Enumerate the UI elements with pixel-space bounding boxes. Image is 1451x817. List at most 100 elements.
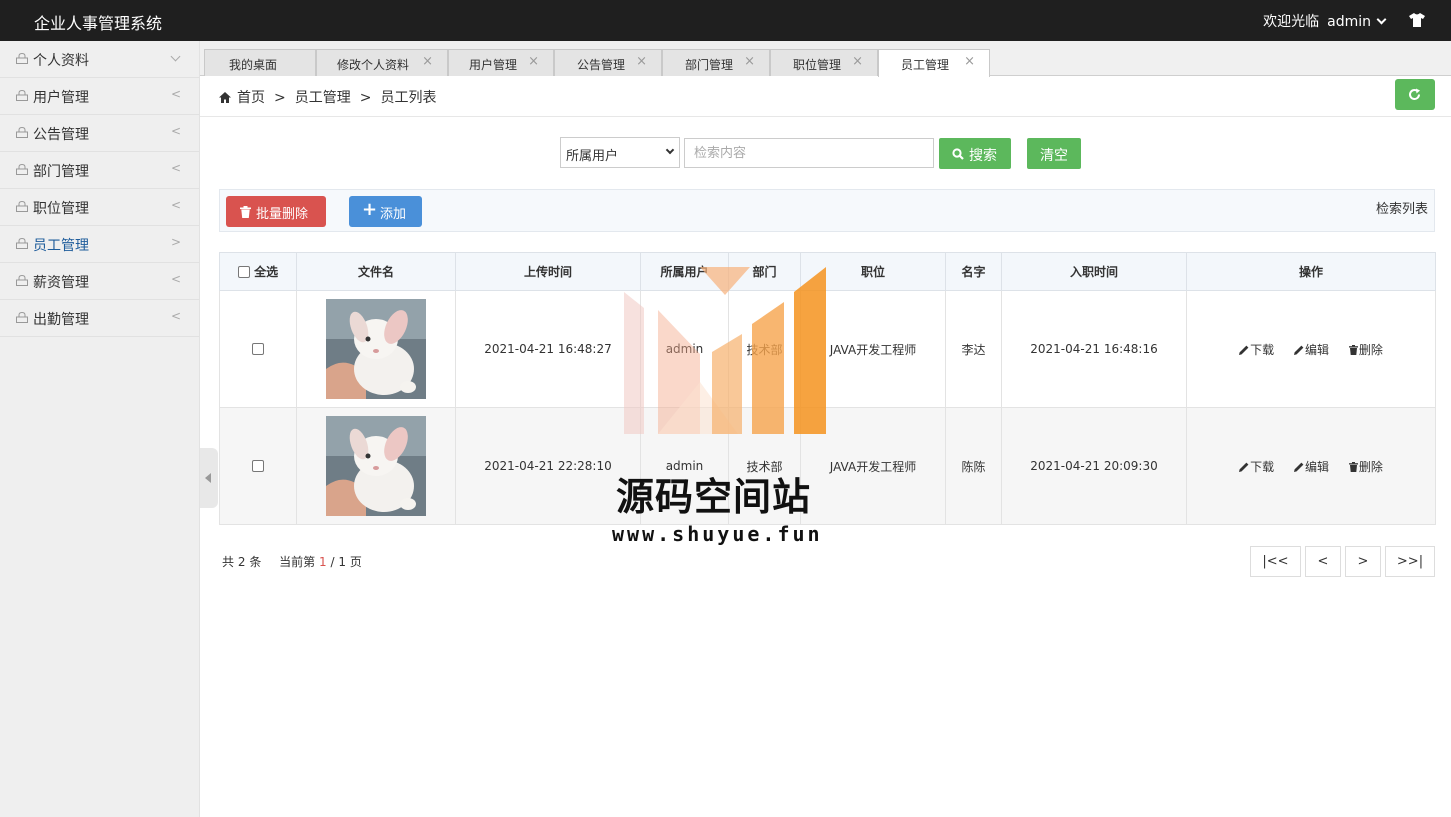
close-icon[interactable]: × <box>528 54 539 69</box>
tab-edit-profile[interactable]: 修改个人资料 × <box>316 49 448 76</box>
sidebar-item-attendance[interactable]: 出勤管理 < <box>0 300 199 337</box>
pencil-icon <box>1239 345 1249 355</box>
close-icon[interactable]: × <box>964 54 975 69</box>
page-slash: / <box>330 555 335 569</box>
close-icon[interactable]: × <box>852 54 863 69</box>
lock-icon <box>16 53 28 64</box>
sidebar: 个人资料 用户管理 < 公告管理 < 部门管理 < 职位管理 < 员工管理 > … <box>0 41 200 817</box>
sidebar-item-label: 出勤管理 <box>33 312 89 328</box>
tab-notices[interactable]: 公告管理 × <box>554 49 662 76</box>
chevron-left-icon: < <box>170 198 181 212</box>
user-menu[interactable]: 欢迎光临 admin <box>1263 11 1387 31</box>
tab-label: 员工管理 <box>901 58 950 72</box>
tab-departments[interactable]: 部门管理 × <box>662 49 770 76</box>
sidebar-item-notices[interactable]: 公告管理 < <box>0 115 199 152</box>
tab-desktop[interactable]: 我的桌面 <box>204 49 316 76</box>
batch-delete-button[interactable]: 批量删除 <box>226 196 326 227</box>
search-input[interactable] <box>684 138 934 168</box>
edit-link[interactable]: 编辑 <box>1293 341 1329 358</box>
user-select[interactable]: 所属用户 <box>560 137 680 168</box>
pencil-icon <box>1239 462 1249 472</box>
download-label: 下载 <box>1250 342 1275 357</box>
delete-label: 删除 <box>1358 459 1383 474</box>
tab-positions[interactable]: 职位管理 × <box>770 49 878 76</box>
table-row: 2021-04-21 16:48:27 admin 技术部 JAVA开发工程师 … <box>219 290 1436 408</box>
prev-page-button[interactable]: < <box>1305 546 1341 577</box>
search-list-label: 检索列表 <box>1375 202 1428 217</box>
page-info: 共 2 条 当前第 1 / 1 页 <box>222 553 362 570</box>
total-prefix: 共 <box>222 555 235 569</box>
download-link[interactable]: 下载 <box>1239 458 1274 475</box>
file-thumbnail[interactable] <box>326 299 426 399</box>
chevron-left-icon: < <box>170 309 181 323</box>
lock-icon <box>16 90 28 101</box>
next-page-button[interactable]: > <box>1345 546 1381 577</box>
trash-icon <box>240 206 251 218</box>
trash-icon <box>1348 461 1358 472</box>
table-row: 2021-04-21 22:28:10 admin 技术部 JAVA开发工程师 … <box>219 407 1436 525</box>
sidebar-collapse-handle[interactable] <box>200 448 218 508</box>
tab-employees[interactable]: 员工管理 × <box>878 49 990 77</box>
lock-icon <box>16 127 28 138</box>
breadcrumb-level2: 员工列表 <box>380 90 437 106</box>
home-icon <box>219 92 231 103</box>
clear-button-label: 清空 <box>1040 148 1068 164</box>
divider <box>200 116 1451 117</box>
search-button[interactable]: 搜索 <box>939 138 1011 169</box>
employee-name: 陈陈 <box>945 407 1002 525</box>
clear-button[interactable]: 清空 <box>1027 138 1081 169</box>
refresh-icon <box>1409 88 1420 100</box>
total-suffix: 条 <box>249 555 262 569</box>
column-header: 职位 <box>800 252 946 291</box>
refresh-button[interactable] <box>1395 79 1435 110</box>
select-all-header[interactable]: 全选 <box>219 252 297 291</box>
watermark-url: www.shuyue.fun <box>612 522 823 546</box>
delete-link[interactable]: 删除 <box>1348 458 1383 475</box>
breadcrumb-level1[interactable]: 员工管理 <box>295 90 351 106</box>
close-icon[interactable]: × <box>422 54 433 69</box>
trash-icon <box>1348 344 1358 355</box>
breadcrumb: 首页 > 员工管理 > 员工列表 <box>219 87 436 107</box>
close-icon[interactable]: × <box>636 54 647 69</box>
tab-users[interactable]: 用户管理 × <box>448 49 554 76</box>
shirt-icon[interactable] <box>1409 13 1425 27</box>
lock-icon <box>16 275 28 286</box>
welcome-text: 欢迎光临 <box>1263 14 1320 30</box>
edit-link[interactable]: 编辑 <box>1293 458 1329 475</box>
delete-label: 删除 <box>1358 342 1383 357</box>
close-icon[interactable]: × <box>744 54 755 69</box>
row-checkbox[interactable] <box>252 343 264 355</box>
sidebar-item-employees[interactable]: 员工管理 > <box>0 226 199 263</box>
last-page-button[interactable]: >>| <box>1385 546 1435 577</box>
position: JAVA开发工程师 <box>800 290 946 408</box>
lock-icon <box>16 164 28 175</box>
sidebar-item-users[interactable]: 用户管理 < <box>0 78 199 115</box>
sidebar-item-salary[interactable]: 薪资管理 < <box>0 263 199 300</box>
delete-link[interactable]: 删除 <box>1348 341 1383 358</box>
chevron-right-icon: > <box>170 235 181 249</box>
column-header: 名字 <box>945 252 1002 291</box>
search-icon <box>952 148 964 160</box>
chevron-down-icon <box>1376 14 1387 25</box>
lock-icon <box>16 201 28 212</box>
sidebar-item-profile[interactable]: 个人资料 <box>0 41 199 78</box>
sidebar-item-label: 薪资管理 <box>33 275 89 291</box>
file-thumbnail[interactable] <box>326 416 426 516</box>
upload-time: 2021-04-21 22:28:10 <box>455 407 641 525</box>
employee-table: 全选 文件名 上传时间 所属用户 部门 职位 名字 入职时间 操作 2021-0… <box>219 252 1436 525</box>
sidebar-item-departments[interactable]: 部门管理 < <box>0 152 199 189</box>
sidebar-item-positions[interactable]: 职位管理 < <box>0 189 199 226</box>
add-label: 添加 <box>380 207 407 222</box>
breadcrumb-home[interactable]: 首页 <box>237 90 265 106</box>
row-checkbox[interactable] <box>252 460 264 472</box>
row-actions: 下载 编辑 删除 <box>1186 407 1436 525</box>
page-count: 1 <box>338 555 346 569</box>
breadcrumb-separator: > <box>274 90 286 106</box>
download-link[interactable]: 下载 <box>1239 341 1274 358</box>
current-prefix: 当前第 <box>279 555 316 569</box>
column-header: 部门 <box>728 252 801 291</box>
select-all-checkbox[interactable] <box>237 266 250 278</box>
tab-label: 部门管理 <box>685 58 734 72</box>
add-button[interactable]: + 添加 <box>349 196 422 227</box>
first-page-button[interactable]: |<< <box>1250 546 1301 577</box>
